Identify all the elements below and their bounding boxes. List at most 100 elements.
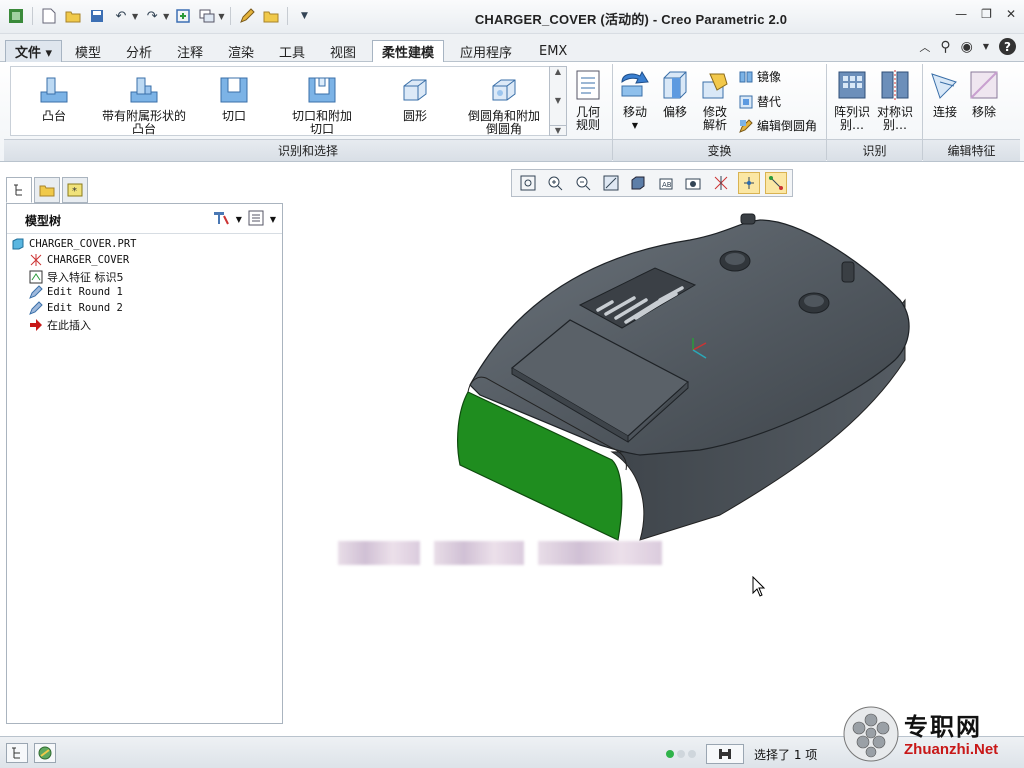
- round-and-attached-round-button[interactable]: 倒圆角和附加倒圆角: [466, 72, 542, 136]
- tab-render[interactable]: 渲染: [219, 40, 263, 62]
- community-icon[interactable]: ◉: [961, 39, 973, 55]
- refit-icon[interactable]: [517, 172, 539, 194]
- gallery-scroll[interactable]: ▲ ▼ ▼: [549, 66, 567, 136]
- tab-applications[interactable]: 应用程序: [451, 40, 521, 62]
- modify-analysis-icon: [702, 73, 728, 99]
- chevron-down-icon[interactable]: ▼: [270, 215, 276, 224]
- chevron-down-icon[interactable]: ▼: [983, 42, 989, 51]
- tab-flexible-modeling[interactable]: 柔性建模: [372, 40, 445, 63]
- cut-and-attached-cut-button[interactable]: 切口和附加切口: [290, 72, 354, 136]
- edit-round-icon: [29, 285, 43, 299]
- gallery-more-icon[interactable]: ▼: [550, 125, 566, 135]
- title-bar: ↶ ▼ ↷ ▼ ▼ ▼ CHARGER_COVER (活动的) - Creo P…: [0, 0, 1024, 34]
- datum-display-icon[interactable]: [710, 172, 732, 194]
- tree-item-insert-here[interactable]: 在此插入: [29, 317, 91, 333]
- blur-block: [538, 541, 662, 565]
- window-title: CHARGER_COVER (活动的) - Creo Parametric 2.…: [474, 12, 788, 27]
- selection-filter-icon[interactable]: [706, 744, 744, 764]
- tree-item-import-feature[interactable]: 导入特征 标识5: [29, 269, 124, 285]
- modify-analysis-button[interactable]: 修改解析: [697, 68, 733, 132]
- attach-icon: [931, 73, 957, 99]
- round-attached-icon: [492, 79, 516, 101]
- toggle-browser-icon[interactable]: [34, 743, 56, 763]
- tree-item-edit-round-2[interactable]: Edit Round 2: [29, 301, 123, 315]
- minimize-ribbon-icon[interactable]: ︿: [919, 39, 930, 55]
- display-style-icon[interactable]: [627, 172, 649, 194]
- edit-round-icon: [739, 118, 753, 133]
- gallery-up-icon[interactable]: ▲: [555, 67, 561, 76]
- pattern-recognition-button[interactable]: 阵列识别…: [832, 68, 872, 132]
- cut-button[interactable]: 切口: [214, 72, 254, 123]
- favorites-tab-icon[interactable]: *: [62, 177, 88, 203]
- group-label-recognize[interactable]: 识别和选择: [4, 139, 612, 161]
- toggle-navigator-icon[interactable]: [6, 743, 28, 763]
- watermark-text: 专职网: [904, 712, 982, 741]
- boss-with-attachment-button[interactable]: 带有附属形状的凸台: [98, 72, 190, 136]
- minimize-icon[interactable]: —: [955, 7, 967, 21]
- restore-icon[interactable]: ❐: [981, 7, 992, 21]
- model-tree-tools: ▼ ▼: [212, 210, 276, 229]
- symmetry-recognition-icon: [881, 70, 909, 100]
- charger-cover-model: [457, 213, 910, 541]
- import-feature-icon: [29, 270, 43, 284]
- symmetry-recognition-button[interactable]: 对称识别…: [875, 68, 915, 132]
- boss-button[interactable]: 凸台: [34, 72, 74, 123]
- tab-analysis[interactable]: 分析: [117, 40, 161, 62]
- tree-item-edit-round-1[interactable]: Edit Round 1: [29, 285, 123, 299]
- tab-tools[interactable]: 工具: [270, 40, 314, 62]
- model-tree-header: 模型树 ▼ ▼: [7, 204, 282, 234]
- boss-icon: [40, 77, 68, 103]
- model-tree-title: 模型树: [25, 214, 62, 228]
- attach-button[interactable]: 连接: [928, 68, 962, 119]
- remove-icon: [970, 71, 998, 99]
- tab-emx[interactable]: EMX: [530, 40, 576, 62]
- offset-button[interactable]: 偏移: [658, 68, 692, 119]
- round-icon: [403, 79, 427, 101]
- model-tree-tab-icon[interactable]: [6, 177, 32, 203]
- chevron-down-icon: ▼: [631, 121, 639, 130]
- close-icon[interactable]: ✕: [1006, 7, 1016, 21]
- gallery-down-icon[interactable]: ▼: [555, 96, 561, 105]
- svg-text:*: *: [72, 186, 77, 197]
- status-left-controls: [6, 743, 56, 763]
- tab-model[interactable]: 模型: [66, 40, 110, 62]
- ribbon-tabs: 文件 ▾ 模型 分析 注释 渲染 工具 视图 柔性建模 应用程序 EMX: [0, 34, 1024, 63]
- group-label-transform[interactable]: 变换: [613, 139, 826, 161]
- zoom-out-icon[interactable]: [572, 172, 594, 194]
- round-button[interactable]: 圆形: [395, 72, 435, 123]
- view-manager-icon[interactable]: [682, 172, 704, 194]
- tab-file[interactable]: 文件 ▾: [5, 40, 63, 62]
- folder-browser-tab-icon[interactable]: [34, 177, 60, 203]
- remove-button[interactable]: 移除: [967, 68, 1001, 119]
- mirror-button[interactable]: 镜像: [739, 68, 781, 85]
- repaint-icon[interactable]: [600, 172, 622, 194]
- move-button[interactable]: 移动 ▼: [616, 68, 654, 132]
- geometry-rule-button[interactable]: 几何规则: [570, 68, 606, 132]
- status-right-controls: 选择了 1 项: [666, 744, 817, 764]
- chevron-down-icon[interactable]: ▼: [236, 215, 242, 224]
- navigator-tabs: *: [6, 177, 88, 203]
- edit-round-button[interactable]: 编辑倒圆角: [739, 117, 817, 134]
- help-icon[interactable]: ?: [999, 38, 1016, 55]
- tab-view[interactable]: 视图: [321, 40, 365, 62]
- zoom-in-icon[interactable]: [544, 172, 566, 194]
- cut-attached-icon: [308, 77, 336, 103]
- show-columns-icon[interactable]: [248, 210, 264, 229]
- tree-item-csys[interactable]: CHARGER_COVER: [29, 253, 129, 267]
- tab-annotate[interactable]: 注释: [168, 40, 212, 62]
- tree-item-part[interactable]: CHARGER_COVER.PRT: [11, 237, 136, 251]
- saved-orientations-icon[interactable]: AB: [655, 172, 677, 194]
- group-label-edit-feature[interactable]: 编辑特征: [923, 139, 1020, 161]
- model-tree-panel: 模型树 ▼ ▼ CHARGER_COVER.PRT CHARGER_COVER …: [6, 203, 283, 724]
- group-label-identify[interactable]: 识别: [827, 139, 922, 161]
- blur-block: [338, 541, 420, 565]
- tree-settings-icon[interactable]: [212, 210, 230, 229]
- search-icon[interactable]: ⚲: [940, 39, 950, 55]
- graphics-canvas[interactable]: [288, 200, 1024, 736]
- mirror-icon: [739, 71, 753, 82]
- ribbon-right-controls: ︿ ⚲ ◉ ▼ ?: [919, 38, 1016, 55]
- substitute-button[interactable]: 替代: [739, 93, 781, 110]
- spin-center-icon[interactable]: [737, 172, 760, 194]
- blurred-overlay-text: [338, 541, 662, 565]
- annotation-display-icon[interactable]: [765, 172, 788, 194]
